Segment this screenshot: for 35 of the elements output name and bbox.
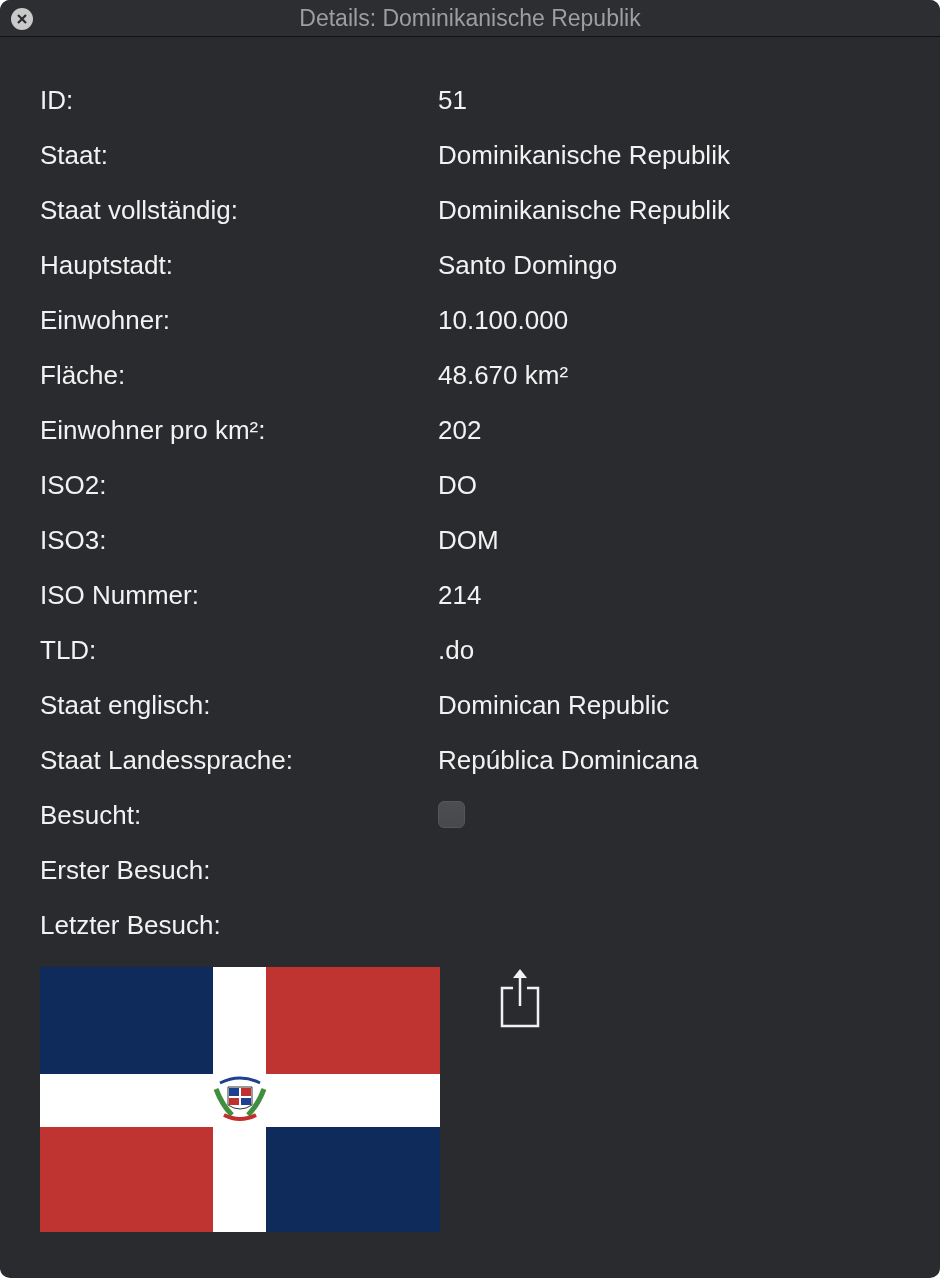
field-label: ISO2: xyxy=(40,469,108,500)
field-label: TLD: xyxy=(40,634,98,665)
window-title: Details: Dominikanische Republik xyxy=(299,4,641,32)
field-value: DOM xyxy=(438,524,499,555)
field-value: 48.670 km² xyxy=(438,359,569,390)
field-label: Staat Landessprache: xyxy=(40,744,294,775)
field-label: Staat vollständig: xyxy=(40,194,239,225)
field-value: República Dominicana xyxy=(438,744,699,775)
field-label: Staat: xyxy=(40,139,109,170)
field-label: Staat englisch: xyxy=(40,689,212,720)
field-label: ID: xyxy=(40,84,75,115)
field-value: Santo Domingo xyxy=(438,249,618,280)
field-value: 51 xyxy=(438,84,467,115)
share-button[interactable] xyxy=(498,968,542,1030)
field-label: Besucht: xyxy=(40,799,143,830)
checkbox[interactable] xyxy=(438,801,465,828)
field-value: Dominican Republic xyxy=(438,689,670,720)
field-label: Einwohner: xyxy=(40,304,172,335)
field-label: Einwohner pro km²: xyxy=(40,414,267,445)
field-value: Dominikanische Republik xyxy=(438,194,730,225)
field-value: 10.100.000 xyxy=(438,304,569,335)
field-value: 214 xyxy=(438,579,482,610)
close-icon xyxy=(17,14,27,24)
field-value: 202 xyxy=(438,414,482,445)
field-label: Fläche: xyxy=(40,359,127,390)
field-label: Erster Besuch: xyxy=(40,854,212,885)
field-label: Letzter Besuch: xyxy=(40,909,222,940)
field-value: Dominikanische Republik xyxy=(438,139,730,170)
field-value: .do xyxy=(438,634,475,665)
field-label: ISO Nummer: xyxy=(40,579,200,610)
field-value: DO xyxy=(438,469,477,500)
share-icon xyxy=(499,968,541,1028)
field-label: ISO3: xyxy=(40,524,108,555)
close-button[interactable] xyxy=(11,8,33,30)
field-label: Hauptstadt: xyxy=(40,249,174,280)
